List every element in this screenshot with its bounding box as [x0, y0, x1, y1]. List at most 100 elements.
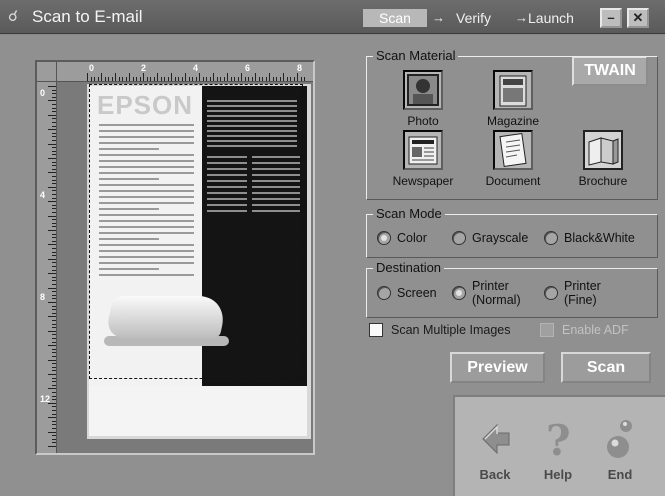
mode-color-radio[interactable] — [377, 231, 391, 245]
spheres-icon — [600, 417, 640, 461]
ruler-tick — [181, 77, 183, 81]
ruler-tick — [48, 431, 56, 433]
ruler-tick — [52, 399, 56, 401]
back-label: Back — [479, 467, 511, 482]
ruler-tick — [52, 338, 56, 339]
window-title: Scan to E-mail — [32, 7, 143, 26]
ruler-tick — [52, 161, 56, 163]
close-button[interactable]: ✕ — [627, 8, 649, 28]
ruler-tick — [132, 77, 134, 81]
ruler-tick — [52, 384, 56, 386]
end-button[interactable]: End — [593, 417, 647, 482]
scan-multiple-option[interactable]: Scan Multiple Images — [369, 323, 511, 337]
destination-printer-fine-line1: Printer — [564, 279, 601, 293]
ruler-tick — [52, 125, 56, 127]
mode-bw-option[interactable]: Black&White — [544, 231, 635, 245]
scan-mode-title: Scan Mode — [373, 206, 445, 221]
mode-grayscale-radio[interactable] — [452, 231, 466, 245]
ruler-tick — [52, 194, 56, 195]
mode-grayscale-label: Grayscale — [472, 231, 529, 245]
mode-color-option[interactable]: Color — [377, 231, 427, 245]
ruler-tick — [52, 147, 56, 149]
destination-printer-normal-line1: Printer — [472, 279, 509, 293]
ruler-tick — [136, 77, 137, 81]
ruler-tick — [52, 240, 56, 242]
ruler-label: 2 — [141, 63, 147, 73]
ruler-tick — [164, 77, 165, 81]
ruler-tick — [171, 73, 172, 81]
ruler-tick — [52, 107, 56, 109]
ruler-tick — [153, 77, 155, 81]
ruler-tick — [52, 327, 56, 329]
material-newspaper[interactable]: Newspaper — [383, 130, 463, 188]
destination-screen-label: Screen — [397, 286, 437, 300]
ruler-tick — [48, 143, 56, 145]
ruler-tick — [48, 388, 56, 390]
ruler-tick — [48, 230, 56, 231]
ruler-tick — [52, 179, 56, 181]
minimize-button[interactable]: – — [600, 8, 622, 28]
ruler-tick — [52, 428, 56, 429]
scanner-app-icon: ☌ — [8, 8, 19, 25]
ruler-tick — [52, 284, 56, 285]
preview-pane[interactable]: 0 2 4 6 8 0 4 8 12 EPSON — [35, 60, 315, 455]
ruler-horizontal: 0 2 4 6 8 — [57, 62, 313, 82]
ruler-tick — [52, 165, 56, 167]
ruler-tick — [146, 77, 148, 81]
selection-marquee[interactable] — [89, 84, 303, 379]
ruler-tick — [48, 86, 56, 87]
ruler-label: 4 — [193, 63, 199, 73]
brochure-lower-area — [89, 386, 307, 436]
ruler-tick — [244, 77, 246, 81]
destination-printer-fine-label: Printer (Fine) — [564, 279, 601, 307]
mode-grayscale-option[interactable]: Grayscale — [452, 231, 528, 245]
enable-adf-label: Enable ADF — [562, 323, 629, 337]
ruler-tick — [52, 212, 56, 213]
ruler-tick — [48, 374, 56, 375]
ruler-tick — [188, 77, 190, 81]
scan-button[interactable]: Scan — [561, 352, 651, 383]
back-button[interactable]: Back — [468, 417, 522, 482]
material-brochure[interactable]: Brochure — [563, 130, 643, 188]
ruler-tick — [255, 73, 256, 81]
ruler-tick — [272, 77, 274, 81]
destination-printer-normal-option[interactable]: Printer (Normal) — [452, 279, 521, 307]
ruler-tick — [150, 77, 151, 81]
ruler-tick — [248, 77, 249, 81]
material-label: Photo — [407, 114, 439, 128]
ruler-tick — [52, 154, 56, 156]
destination-screen-option[interactable]: Screen — [377, 286, 437, 300]
scan-multiple-label: Scan Multiple Images — [391, 323, 511, 337]
ruler-tick — [52, 93, 56, 95]
ruler-tick — [52, 348, 56, 350]
mode-bw-radio[interactable] — [544, 231, 558, 245]
destination-screen-radio[interactable] — [377, 286, 391, 300]
material-document[interactable]: Document — [473, 130, 553, 188]
ruler-tick — [251, 77, 253, 81]
destination-printer-fine-option[interactable]: Printer (Fine) — [544, 279, 601, 307]
ruler-tick — [122, 77, 123, 81]
ruler-tick — [241, 73, 242, 81]
preview-button[interactable]: Preview — [450, 352, 545, 383]
material-photo[interactable]: Photo — [383, 70, 463, 128]
document-icon — [493, 130, 533, 170]
destination-printer-normal-radio[interactable] — [452, 286, 466, 300]
ruler-tick — [52, 420, 56, 422]
ruler-vertical: 0 4 8 12 — [37, 82, 57, 453]
ruler-tick — [115, 73, 116, 81]
ruler-tick — [227, 73, 228, 81]
ruler-tick — [52, 255, 56, 257]
material-magazine[interactable]: Magazine — [473, 70, 553, 128]
destination-printer-fine-radio[interactable] — [544, 286, 558, 300]
ruler-tick — [101, 73, 102, 81]
navigation-panel: Back ? Help End — [453, 395, 665, 496]
ruler-tick — [90, 77, 92, 81]
help-button[interactable]: ? Help — [531, 416, 585, 482]
ruler-tick — [52, 363, 56, 365]
back-arrow-icon — [475, 417, 515, 461]
step-scan: Scan — [363, 9, 427, 27]
ruler-tick — [48, 215, 56, 217]
scan-multiple-checkbox[interactable] — [369, 323, 383, 337]
ruler-tick — [199, 73, 200, 81]
ruler-tick — [265, 77, 267, 81]
